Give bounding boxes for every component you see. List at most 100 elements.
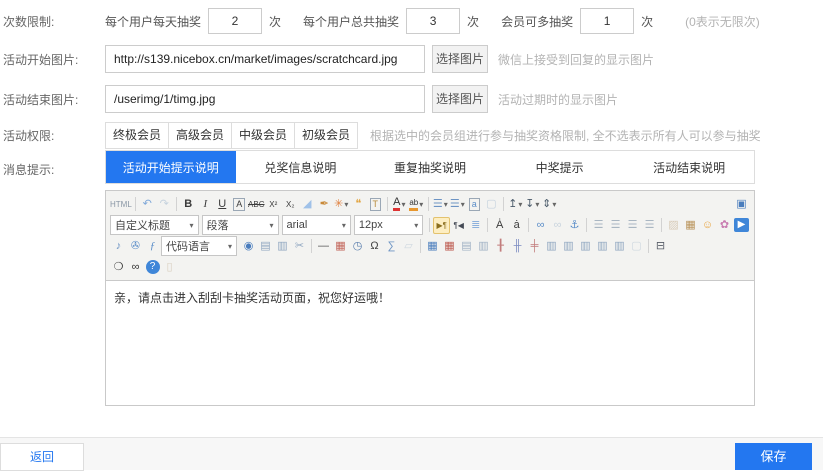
subscript-icon[interactable]: X₂ [282, 196, 299, 213]
lowercase-icon[interactable]: ȧ [508, 217, 525, 234]
italic-icon[interactable]: I [197, 196, 214, 213]
emoticon-icon[interactable]: ☺ [699, 217, 716, 234]
ordered-list-icon[interactable]: ☰▾ [432, 196, 449, 213]
underline-icon[interactable]: U [214, 196, 231, 213]
insert-col-icon[interactable]: ╫ [509, 238, 526, 255]
delete-col-icon[interactable]: ▥ [611, 238, 628, 255]
music-icon[interactable]: ♪ [110, 238, 127, 255]
indent-icon[interactable]: ≣ [467, 217, 484, 234]
eraser-icon[interactable]: ◢ [299, 196, 316, 213]
blank-doc-icon[interactable]: ▢ [483, 196, 500, 213]
save-button[interactable]: 保存 [735, 443, 812, 470]
rtl-icon[interactable]: ¶◀ [450, 217, 467, 234]
find-replace-icon[interactable]: ∞ [127, 259, 144, 276]
unordered-list-icon[interactable]: ☰▾ [449, 196, 466, 213]
paragraph-format-select[interactable]: 段落▾ [202, 215, 279, 235]
permission-hint: 根据选中的会员组进行参与抽奖资格限制, 全不选表示所有人可以参与抽奖 [370, 127, 761, 144]
link-icon[interactable]: ∞ [532, 217, 549, 234]
strikethrough-icon[interactable]: ABC [248, 196, 265, 213]
font-color-icon[interactable]: A▾ [391, 196, 408, 213]
start-image-input[interactable] [105, 45, 425, 73]
format-painter-icon[interactable]: ✒ [316, 196, 333, 213]
attachment-icon[interactable]: ✇ [127, 238, 144, 255]
align-right-icon[interactable]: ☰ [624, 217, 641, 234]
insert-image-icon[interactable]: ▦ [682, 217, 699, 234]
bold-icon[interactable]: B [180, 196, 197, 213]
total-draw-input[interactable] [406, 8, 460, 34]
undo-icon[interactable]: ↶ [139, 196, 156, 213]
table-props-icon[interactable]: ▤ [458, 238, 475, 255]
anchor-box-icon[interactable]: a [466, 196, 483, 213]
map-icon[interactable]: ▱ [400, 238, 417, 255]
highlight-color-icon[interactable]: ab▾ [408, 196, 425, 213]
paste-as-text-icon[interactable]: T [367, 196, 384, 213]
merge-cells-icon[interactable]: ▥ [543, 238, 560, 255]
insert-code-icon[interactable]: ◉ [240, 238, 257, 255]
print-icon[interactable]: ⊟ [652, 238, 669, 255]
flash-icon[interactable]: ƒ [144, 238, 161, 255]
anchor-icon[interactable]: ⚓ [566, 217, 583, 234]
media-icon[interactable]: ▶ [733, 217, 750, 234]
help-icon[interactable]: ? [144, 259, 161, 276]
paragraph-space-bottom-icon[interactable]: ↧▾ [524, 196, 541, 213]
split-cell-icon[interactable]: ╪ [526, 238, 543, 255]
clear-doc-icon[interactable]: ▢ [628, 238, 645, 255]
delete-table-icon[interactable]: ▦ [441, 238, 458, 255]
daily-draw-input[interactable] [208, 8, 262, 34]
tab-redeem-info[interactable]: 兑奖信息说明 [236, 151, 366, 183]
font-size-select[interactable]: 12px▾ [354, 215, 423, 235]
member-group-button-4[interactable]: 初级会员 [294, 122, 358, 149]
time-icon[interactable]: ◷ [349, 238, 366, 255]
image-icon[interactable]: ▨ [665, 217, 682, 234]
tab-activity-start-tip[interactable]: 活动开始提示说明 [106, 151, 236, 183]
tab-repeat-draw[interactable]: 重复抽奖说明 [365, 151, 495, 183]
code-language-select[interactable]: 代码语言▾ [161, 236, 237, 256]
uppercase-icon[interactable]: Ȧ [491, 217, 508, 234]
cell-props-icon[interactable]: ▥ [475, 238, 492, 255]
back-button[interactable]: 返回 [0, 443, 84, 471]
fullscreen-icon[interactable]: ▣ [733, 196, 750, 213]
special-char-icon[interactable]: Ω [366, 238, 383, 255]
font-family-select[interactable]: arial▾ [282, 215, 351, 235]
custom-title-select[interactable]: 自定义标题▾ [110, 215, 199, 235]
tab-activity-end[interactable]: 活动结束说明 [624, 151, 754, 183]
end-image-choose-button[interactable]: 选择图片 [432, 85, 488, 113]
insert-table-icon[interactable]: ▦ [424, 238, 441, 255]
align-center-icon[interactable]: ☰ [607, 217, 624, 234]
toolbar-separator [176, 197, 177, 211]
end-image-input[interactable] [105, 85, 425, 113]
columns-icon[interactable]: ▥ [274, 238, 291, 255]
merge-right-icon[interactable]: ▥ [560, 238, 577, 255]
redo-icon[interactable]: ↷ [156, 196, 173, 213]
editor-content[interactable]: 亲，请点击进入刮刮卡抽奖活动页面，祝您好运哦！ [106, 281, 754, 407]
screenshot-icon[interactable]: ✂ [291, 238, 308, 255]
date-icon[interactable]: ▦ [332, 238, 349, 255]
line-height-icon[interactable]: ⇕▾ [541, 196, 558, 213]
member-group-button-3[interactable]: 中级会员 [231, 122, 295, 149]
insert-row-icon[interactable]: ╂ [492, 238, 509, 255]
page-break-icon[interactable]: ▤ [257, 238, 274, 255]
auto-typeset-icon[interactable]: ✳▾ [333, 196, 350, 213]
unlink-icon[interactable]: ∞ [549, 217, 566, 234]
preview-icon[interactable]: ❍ [110, 259, 127, 276]
superscript-icon[interactable]: X² [265, 196, 282, 213]
toolbar-separator [311, 239, 312, 253]
tab-win-tip[interactable]: 中奖提示 [495, 151, 625, 183]
member-group-button-2[interactable]: 高级会员 [168, 122, 232, 149]
member-group-button-1[interactable]: 终极会员 [105, 122, 169, 149]
ltr-icon[interactable]: ▶¶ [433, 217, 450, 234]
scrawl-icon[interactable]: ✿ [716, 217, 733, 234]
start-image-choose-button[interactable]: 选择图片 [432, 45, 488, 73]
align-left-icon[interactable]: ☰ [590, 217, 607, 234]
font-style-icon[interactable]: A [231, 196, 248, 213]
formula-icon[interactable]: ∑ [383, 238, 400, 255]
horizontal-rule-icon[interactable]: — [315, 238, 332, 255]
align-justify-icon[interactable]: ☰ [641, 217, 658, 234]
member-extra-draw-input[interactable] [580, 8, 634, 34]
blockquote-icon[interactable]: ❝ [350, 196, 367, 213]
paste-icon[interactable]: ▯ [161, 259, 178, 276]
merge-down-icon[interactable]: ▥ [577, 238, 594, 255]
paragraph-space-top-icon[interactable]: ↥▾ [507, 196, 524, 213]
delete-row-icon[interactable]: ▥ [594, 238, 611, 255]
html-source-icon[interactable]: HTML [110, 196, 132, 213]
